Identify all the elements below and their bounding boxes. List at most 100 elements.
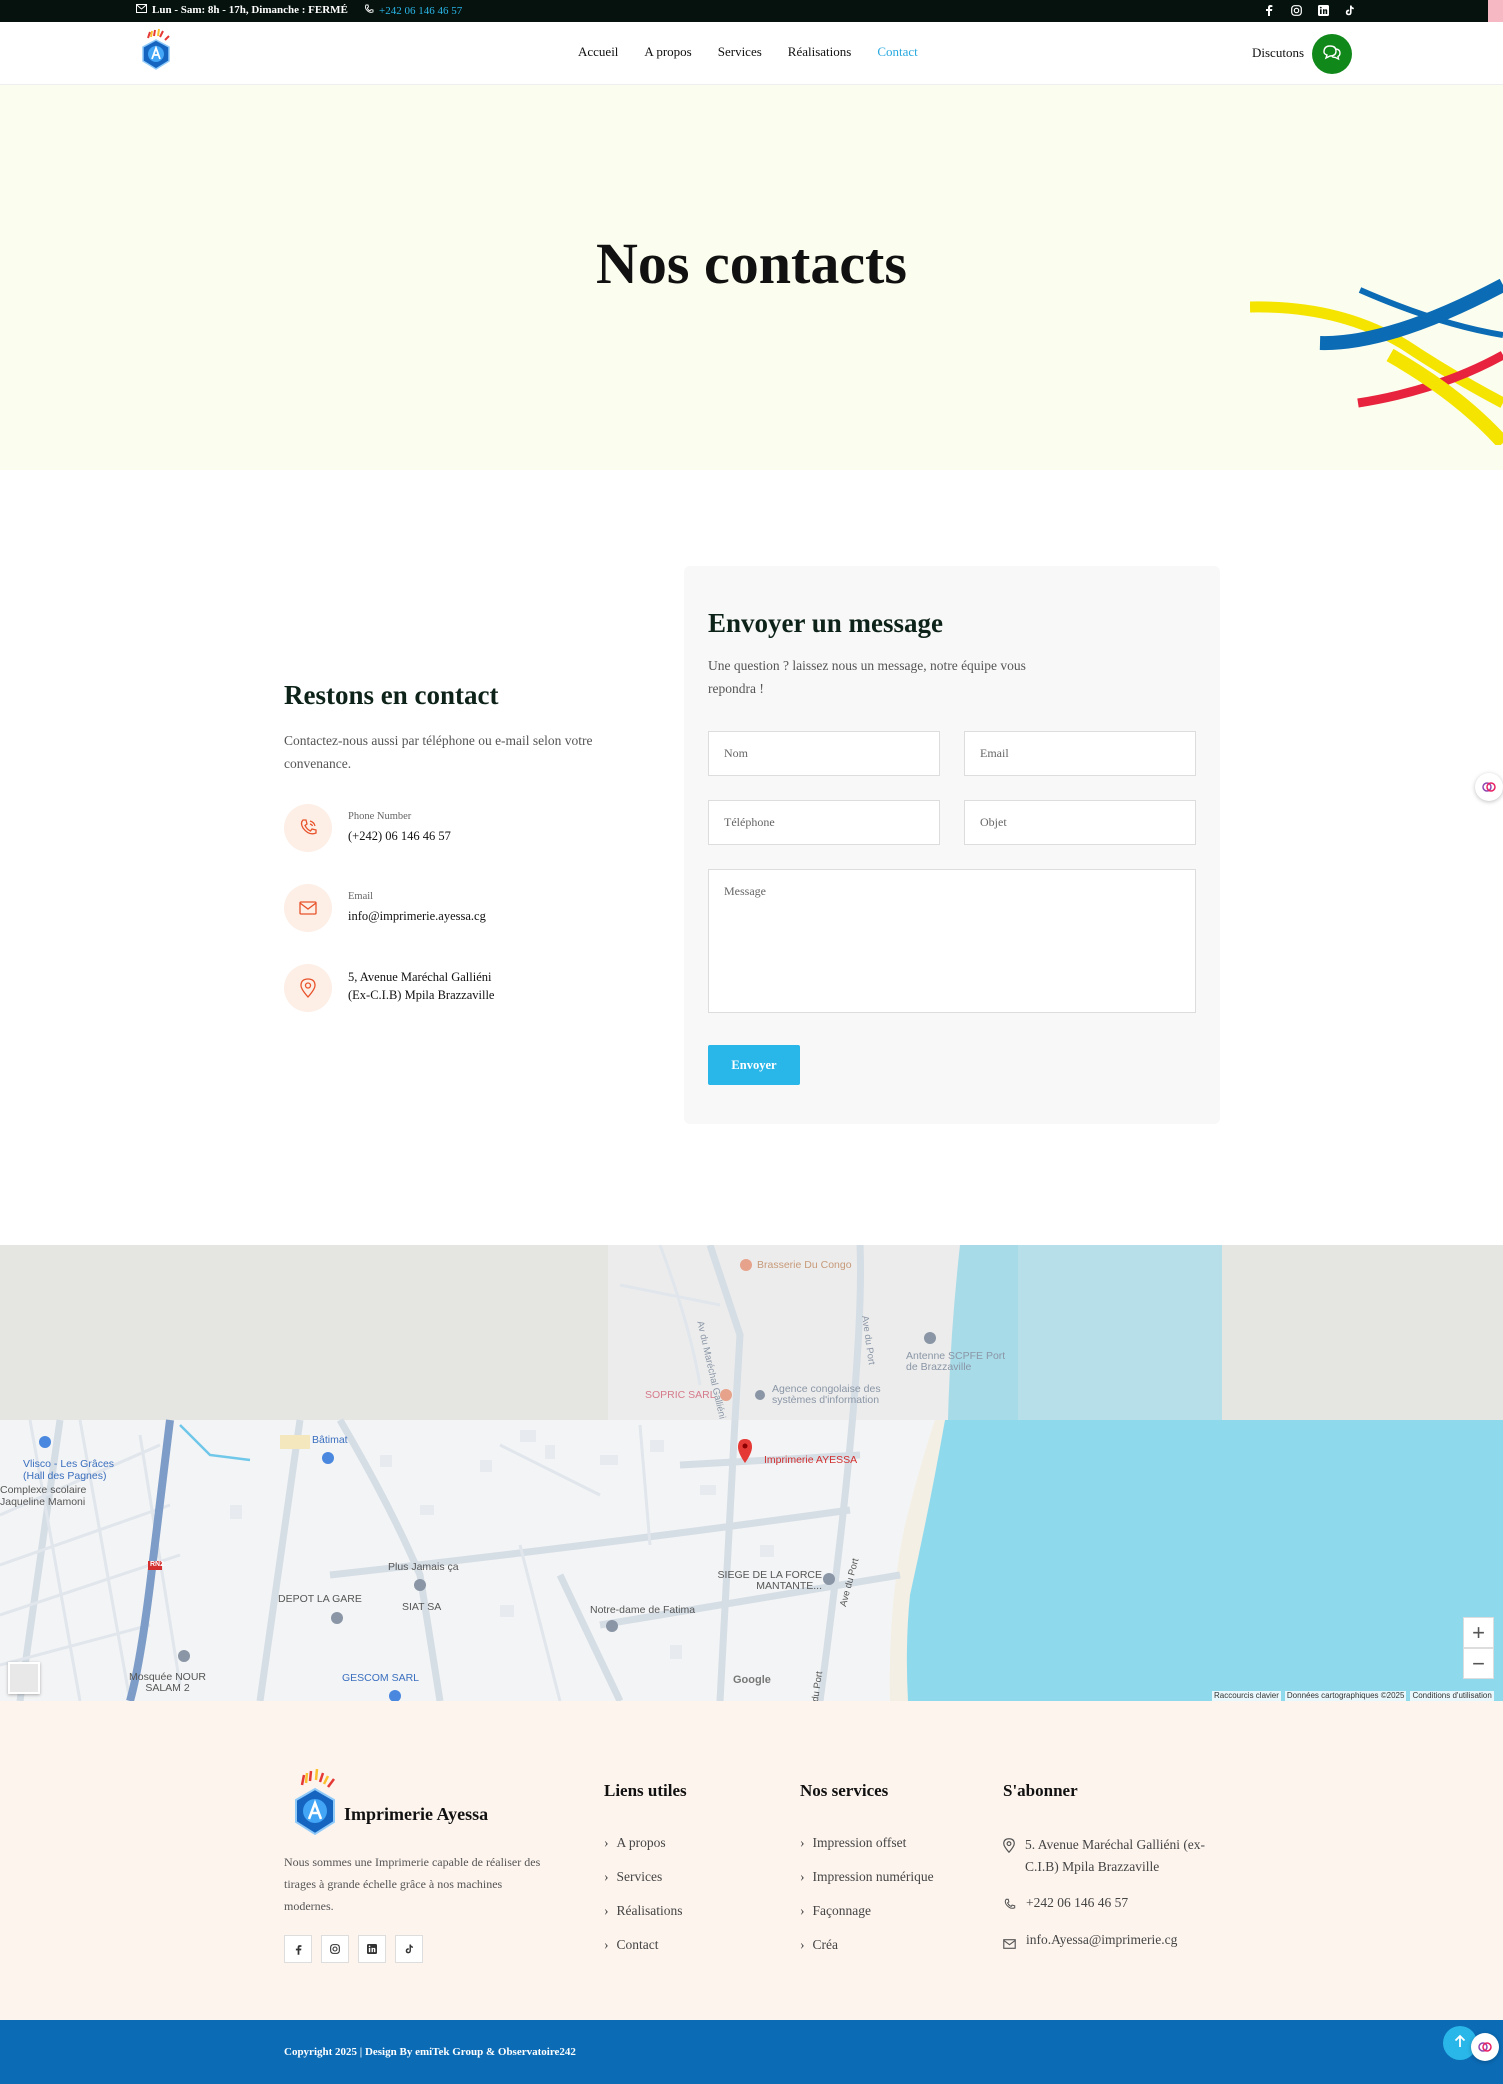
form-subtitle: Une question ? laissez nous un message, … (708, 658, 1026, 696)
footer-service-label: Façonnage (812, 1903, 871, 1918)
footer-service-crea[interactable]: › Créa (800, 1937, 838, 1953)
footer: Imprimerie Ayessa Nous sommes une Imprim… (0, 1701, 1503, 2020)
map-label-notre-dame: Notre-dame de Fatima (590, 1604, 696, 1616)
footer-link-label: Réalisations (616, 1903, 683, 1918)
main-nav: Accueil A propos Services Réalisations C… (578, 44, 918, 60)
map-layer-toggle[interactable] (8, 1662, 40, 1694)
google-logo[interactable]: Google (733, 1674, 771, 1686)
map-label-siege: SIEGE DE LA FORCE MANTANTE... (717, 1569, 822, 1592)
footer-link-realisations[interactable]: › Réalisations (604, 1903, 683, 1919)
hero-banner: Nos contacts (0, 85, 1503, 470)
message-form-card: Envoyer un message Une question ? laisse… (684, 566, 1220, 1124)
contact-phone-item: Phone Number (+242) 06 146 46 57 (284, 804, 451, 852)
footer-link-services[interactable]: › Services (604, 1869, 662, 1885)
footer-phone[interactable]: +242 06 146 46 57 (1003, 1892, 1128, 1918)
floating-widget-icon[interactable] (1475, 773, 1503, 801)
linkedin-icon[interactable] (358, 1935, 386, 1963)
contact-email-item: Email info@imprimerie.ayessa.cg (284, 884, 486, 932)
map-label-gescom: GESCOM SARL (342, 1672, 420, 1684)
map-label-antenne: Antenne SCPFE Port de Brazzaville (906, 1350, 1006, 1373)
email-input[interactable]: Email (964, 731, 1196, 776)
map-label-brasserie: Brasserie Du Congo (757, 1259, 852, 1271)
linkedin-icon[interactable] (1316, 3, 1330, 17)
footer-service-offset[interactable]: › Impression offset (800, 1835, 906, 1851)
ayessa-logo[interactable] (138, 28, 174, 72)
footer-logo[interactable] (290, 1767, 340, 1844)
subject-input[interactable]: Objet (964, 800, 1196, 845)
contact-description: Contactez-nous aussi par téléphone ou e-… (284, 733, 593, 771)
google-map[interactable]: Brasserie Du Congo Av du Maréchal Gallié… (0, 1245, 1503, 1701)
footer-address: 5. Avenue Maréchal Galliéni (ex-C.I.B) M… (1003, 1834, 1233, 1878)
footer-service-label: Créa (812, 1937, 838, 1952)
facebook-icon[interactable] (284, 1935, 312, 1963)
map-label-sopric: SOPRIC SARL (645, 1389, 716, 1401)
map-label-imprimerie-ayessa[interactable]: Imprimerie AYESSA (764, 1454, 857, 1466)
phone-icon (364, 4, 374, 17)
footer-email[interactable]: info.Ayessa@imprimerie.cg (1003, 1929, 1177, 1956)
copyright: Copyright 2025 | Design By emiTek Group … (284, 2046, 576, 2058)
nav-item-realisations[interactable]: Réalisations (788, 44, 852, 60)
footer-link-a-propos[interactable]: › A propos (604, 1835, 666, 1851)
footer-link-label: Services (616, 1869, 663, 1884)
phone-icon (1003, 1896, 1016, 1918)
terms-link[interactable]: Conditions d'utilisation (1410, 1691, 1494, 1701)
email-value[interactable]: info@imprimerie.ayessa.cg (348, 907, 486, 925)
facebook-icon[interactable] (1262, 3, 1276, 17)
footer-service-numerique[interactable]: › Impression numérique (800, 1869, 934, 1885)
hero-ribbons-decoration (1250, 278, 1503, 445)
name-input[interactable]: Nom (708, 731, 940, 776)
phone-label: Phone Number (348, 811, 412, 822)
phone-value[interactable]: (+242) 06 146 46 57 (348, 827, 451, 845)
discutons-label[interactable]: Discutons (1252, 45, 1304, 61)
phone-input[interactable]: Téléphone (708, 800, 940, 845)
nav-item-contact[interactable]: Contact (877, 44, 917, 60)
instagram-icon[interactable] (321, 1935, 349, 1963)
topbar-socials (1262, 3, 1357, 17)
instagram-icon[interactable] (1289, 3, 1303, 17)
zoom-out-button[interactable]: − (1463, 1648, 1494, 1679)
page-title: Nos contacts (596, 231, 907, 296)
contact-address-item: 5, Avenue Maréchal Galliéni (Ex-C.I.B) M… (284, 964, 494, 1012)
chevron-right-icon: › (800, 1937, 805, 1952)
mail-icon (284, 884, 332, 932)
arrow-up-icon (1454, 2034, 1466, 2053)
tiktok-icon[interactable] (395, 1935, 423, 1963)
chevron-right-icon: › (604, 1903, 609, 1918)
nav-item-services[interactable]: Services (718, 44, 762, 60)
map-label-vlisco: Vlisco - Les Grâces (Hall des Pagnes) (23, 1458, 115, 1482)
footer-email-text: info.Ayessa@imprimerie.cg (1026, 1932, 1178, 1947)
message-textarea[interactable]: Message (708, 869, 1196, 1013)
nav-item-accueil[interactable]: Accueil (578, 44, 618, 60)
chevron-right-icon: › (800, 1869, 805, 1884)
chat-icon (1321, 42, 1343, 67)
main-header: Accueil A propos Services Réalisations C… (0, 22, 1503, 85)
footer-link-contact[interactable]: › Contact (604, 1937, 659, 1953)
send-button[interactable]: Envoyer (708, 1045, 800, 1085)
map-label-siat: SIAT SA (402, 1601, 442, 1613)
nav-item-a-propos[interactable]: A propos (644, 44, 691, 60)
footer-link-label: A propos (616, 1835, 666, 1850)
tiktok-icon[interactable] (1343, 3, 1357, 17)
zoom-in-button[interactable]: + (1463, 1617, 1494, 1648)
topbar-phone-text: +242 06 146 46 57 (379, 4, 463, 17)
top-bar: Lun - Sam: 8h - 17h, Dimanche : FERMÉ +2… (0, 0, 1503, 22)
topbar-phone[interactable]: +242 06 146 46 57 (364, 4, 462, 17)
map-data-credit: Données cartographiques ©2025 (1284, 1691, 1407, 1701)
footer-service-faconnage[interactable]: › Façonnage (800, 1903, 871, 1919)
opening-hours-text: Lun - Sam: 8h - 17h, Dimanche : FERMÉ (152, 4, 348, 16)
footer-about: Nous sommes une Imprimerie capable de ré… (284, 1855, 541, 1913)
chevron-right-icon: › (800, 1835, 805, 1850)
chat-button[interactable] (1312, 34, 1352, 74)
keyboard-shortcuts-link[interactable]: Raccourcis clavier (1212, 1691, 1281, 1701)
floating-widget-icon[interactable] (1471, 2033, 1499, 2061)
chevron-right-icon: › (604, 1869, 609, 1884)
chevron-right-icon: › (800, 1903, 805, 1918)
chevron-right-icon: › (604, 1937, 609, 1952)
links-title: Liens utiles (604, 1781, 687, 1800)
form-title: Envoyer un message (708, 608, 944, 638)
footer-address-text: 5. Avenue Maréchal Galliéni (ex-C.I.B) M… (1025, 1837, 1206, 1874)
subscribe-title: S'abonner (1003, 1781, 1078, 1800)
map-label-mosquee: Mosquée NOUR SALAM 2 (128, 1671, 207, 1694)
services-title: Nos services (800, 1781, 889, 1800)
map-label-batimat: Bâtimat (312, 1434, 348, 1446)
